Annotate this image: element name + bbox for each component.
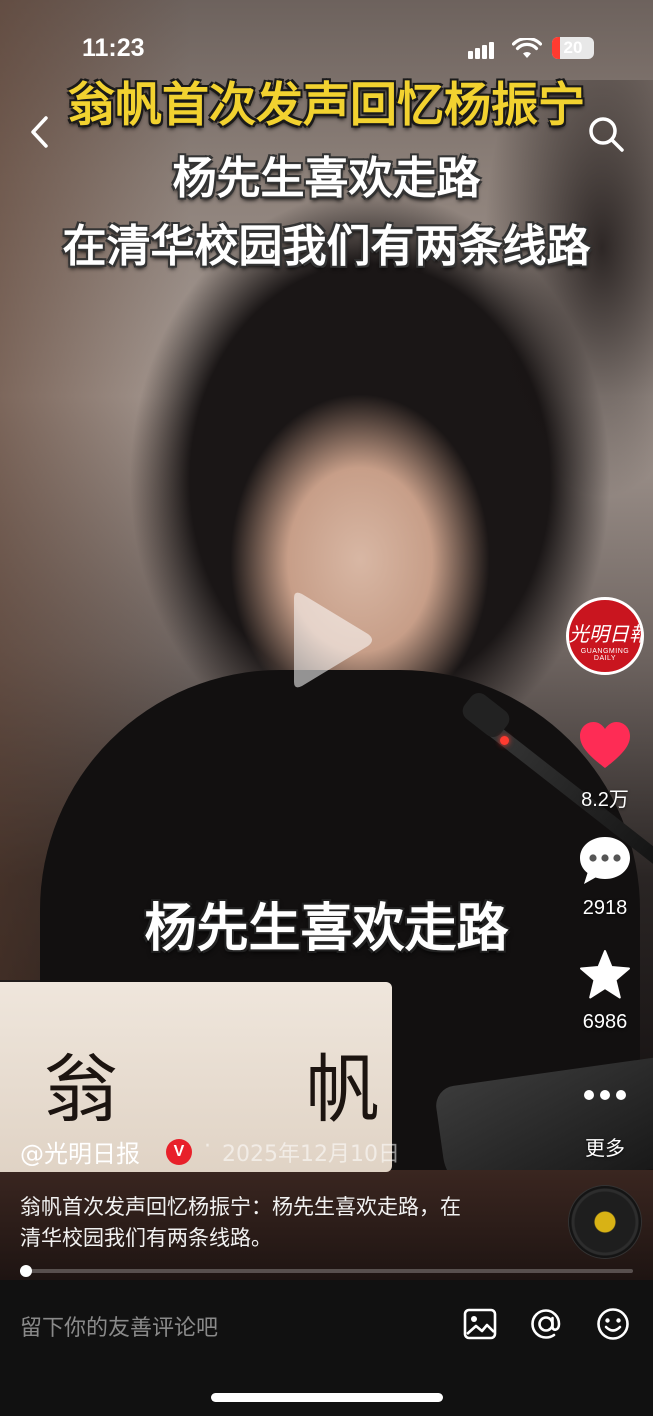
more-label[interactable]: 更多	[560, 1132, 650, 1161]
post-date: 2025年12月10日	[222, 1142, 400, 1167]
status-bar: 11:23 20	[0, 30, 653, 70]
battery-level: 20	[563, 38, 583, 57]
video-screen[interactable]: 翁 帆 11:23 20 翁帆首次发声回忆杨振宁 杨先生喜欢走路 在清华校园我们…	[0, 0, 653, 1416]
nameplate-text: 翁 帆	[44, 1047, 462, 1133]
avatar-logo-text: 光明日報	[569, 622, 644, 646]
video-caption: 杨先生喜欢走路	[144, 899, 509, 959]
avatar-logo-en: GUANGMING DAILY	[580, 648, 630, 662]
battery-icon: 20	[552, 37, 594, 59]
author-avatar[interactable]: 光明日報 GUANGMING DAILY	[566, 597, 644, 675]
image-icon[interactable]	[462, 1306, 498, 1342]
home-indicator[interactable]	[211, 1393, 443, 1402]
more-icon[interactable]	[578, 1066, 632, 1120]
heart-icon[interactable]	[578, 720, 632, 774]
video-progress-bar[interactable]	[20, 1265, 633, 1277]
wifi-icon	[512, 38, 542, 58]
play-icon[interactable]	[280, 588, 376, 692]
status-time: 11:23	[82, 34, 145, 62]
headline-line-3: 在清华校园我们有两条线路	[62, 221, 591, 272]
music-disc-icon[interactable]	[569, 1186, 641, 1258]
emoji-icon[interactable]	[595, 1306, 631, 1342]
favorite-count: 6986	[582, 1011, 628, 1033]
headline-line-2: 杨先生喜欢走路	[172, 153, 481, 204]
verified-badge-icon: V	[166, 1139, 192, 1165]
comment-icon[interactable]	[578, 834, 632, 888]
headline-title: 翁帆首次发声回忆杨振宁	[68, 78, 585, 133]
comment-input[interactable]: 留下你的友善评论吧	[20, 1310, 218, 1342]
cellular-signal-icon	[468, 40, 496, 59]
star-icon[interactable]	[578, 948, 632, 1002]
microphone-led	[500, 736, 509, 745]
like-count: 8.2万	[581, 789, 629, 811]
author-handle[interactable]: @光明日报	[20, 1134, 140, 1169]
separator-dot: ·	[204, 1134, 211, 1159]
video-description[interactable]: 翁帆首次发声回忆杨振宁：杨先生喜欢走路，在清华校园我们有两条线路。	[20, 1192, 470, 1254]
at-icon[interactable]	[528, 1306, 564, 1342]
comment-count: 2918	[582, 897, 628, 919]
